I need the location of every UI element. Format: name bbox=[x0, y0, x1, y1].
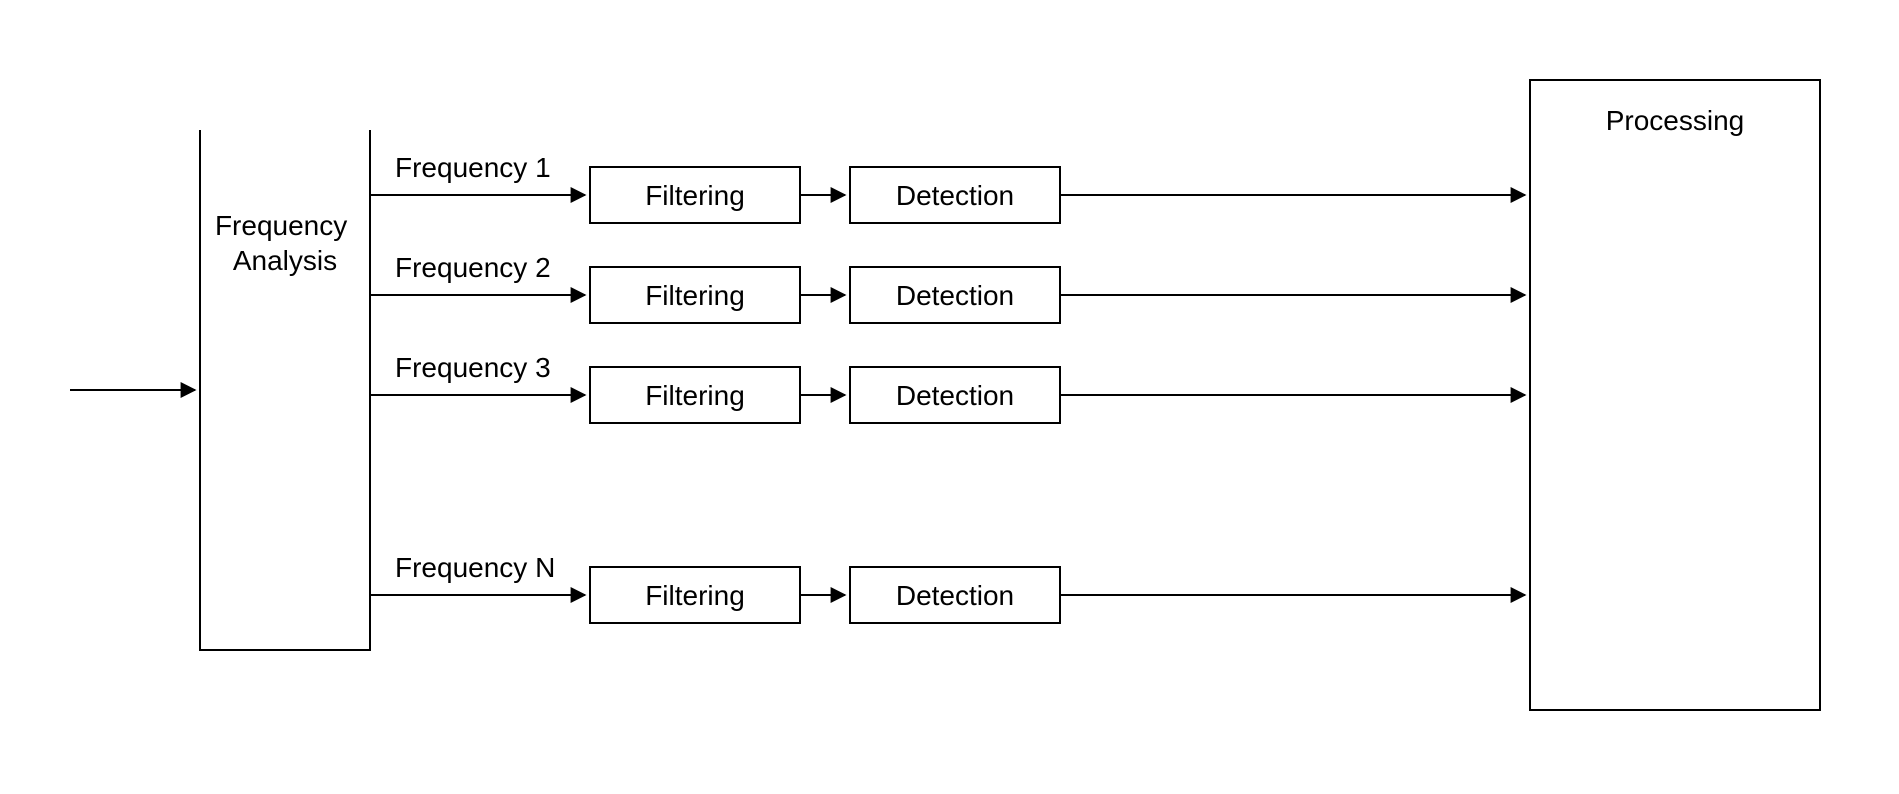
detection-label: Detection bbox=[896, 180, 1014, 211]
signal-row: Frequency N Filtering Detection bbox=[370, 552, 1525, 623]
filtering-label: Filtering bbox=[645, 180, 745, 211]
detection-label: Detection bbox=[896, 280, 1014, 311]
filtering-label: Filtering bbox=[645, 380, 745, 411]
frequency-label: Frequency 1 bbox=[395, 152, 551, 183]
frequency-label: Frequency 3 bbox=[395, 352, 551, 383]
frequency-label: Frequency 2 bbox=[395, 252, 551, 283]
processing-block bbox=[1530, 80, 1820, 710]
filtering-label: Filtering bbox=[645, 280, 745, 311]
signal-row: Frequency 3 Filtering Detection bbox=[370, 352, 1525, 423]
processing-label: Processing bbox=[1606, 105, 1745, 136]
signal-row: Frequency 2 Filtering Detection bbox=[370, 252, 1525, 323]
signal-rows: Frequency 1FilteringDetectionFrequency 2… bbox=[370, 152, 1525, 623]
detection-label: Detection bbox=[896, 580, 1014, 611]
frequency-analysis-block bbox=[200, 130, 370, 650]
filtering-label: Filtering bbox=[645, 580, 745, 611]
signal-processing-diagram: Frequency Analysis Processing Frequency … bbox=[0, 0, 1899, 794]
signal-row: Frequency 1 Filtering Detection bbox=[370, 152, 1525, 223]
detection-label: Detection bbox=[896, 380, 1014, 411]
frequency-label: Frequency N bbox=[395, 552, 555, 583]
